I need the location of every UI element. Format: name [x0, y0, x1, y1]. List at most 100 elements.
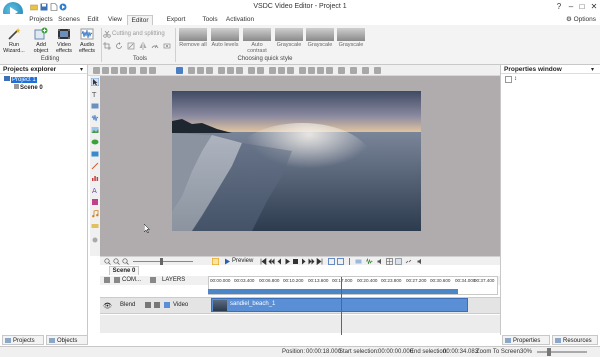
volume-icon[interactable]: [377, 258, 384, 265]
tab-scene-0[interactable]: Scene 0: [109, 266, 139, 275]
pointer-icon[interactable]: [91, 78, 99, 86]
run-wizard-button[interactable]: Run Wizard...: [3, 27, 25, 54]
zoom-slider[interactable]: [537, 351, 587, 353]
animation-tool-icon[interactable]: A: [91, 186, 99, 194]
snap-icon[interactable]: [374, 67, 381, 74]
rotate-icon[interactable]: [115, 42, 123, 50]
go-start-icon[interactable]: [260, 258, 267, 265]
tab-edit[interactable]: Edit: [85, 15, 101, 25]
video-tool-icon[interactable]: [91, 102, 99, 110]
tab-scenes[interactable]: Scenes: [58, 15, 80, 25]
zoom-in-icon[interactable]: [104, 258, 111, 265]
video-effects-button[interactable]: Video effects: [53, 27, 75, 54]
sound-icon[interactable]: [417, 258, 424, 265]
zoom-fit-icon[interactable]: [122, 258, 129, 265]
visibility-eye-icon[interactable]: 👁: [103, 302, 112, 310]
scissors-icon[interactable]: [103, 30, 111, 38]
timeline-zoom-slider[interactable]: [133, 261, 193, 262]
sort-az-icon[interactable]: ↕: [514, 76, 517, 82]
preview-button[interactable]: Preview: [232, 257, 253, 266]
align-left-icon[interactable]: [188, 67, 195, 74]
track-lock-icon[interactable]: [154, 302, 160, 308]
tab-projects[interactable]: Projects: [28, 15, 54, 25]
ellipse-tool-icon[interactable]: [91, 138, 99, 146]
next-frame-icon[interactable]: [300, 258, 307, 265]
send-back-icon[interactable]: [308, 67, 315, 74]
tab-activation[interactable]: Activation: [225, 15, 255, 25]
distribute-v-icon[interactable]: [257, 67, 264, 74]
more-tools-icon[interactable]: [91, 236, 99, 244]
shape-icon[interactable]: [350, 67, 357, 74]
lock-icon[interactable]: [338, 67, 345, 74]
options-button[interactable]: ⚙ Options: [566, 15, 596, 25]
copy-icon[interactable]: [111, 67, 118, 74]
quick-style-remove-all[interactable]: Remove all: [178, 28, 208, 52]
rectangle-tool-icon[interactable]: [91, 150, 99, 158]
music-tool-icon[interactable]: [91, 210, 99, 218]
same-width-icon[interactable]: [269, 67, 276, 74]
tab-view[interactable]: View: [106, 15, 124, 25]
ungroup-icon[interactable]: [326, 67, 333, 74]
track-audio-icon[interactable]: [145, 302, 151, 308]
align-center-icon[interactable]: [197, 67, 204, 74]
timeline-empty-area[interactable]: [100, 315, 500, 333]
play-icon[interactable]: [284, 258, 291, 265]
tab-resources-window[interactable]: Resources wi...: [552, 335, 598, 354]
trim-icon[interactable]: [355, 258, 362, 265]
cursor-tool-icon[interactable]: [93, 67, 100, 74]
quick-style-grayscale-3[interactable]: Grayscale: [336, 28, 366, 52]
layout-icon[interactable]: [395, 258, 402, 265]
paste-icon[interactable]: [120, 67, 127, 74]
maximize-button[interactable]: □: [577, 2, 587, 12]
stop-icon[interactable]: [292, 258, 299, 265]
video-clip[interactable]: sandiel_beach_1: [211, 298, 468, 312]
sprite-tool-icon[interactable]: [91, 198, 99, 206]
bring-front-icon[interactable]: [299, 67, 306, 74]
blend-label[interactable]: Blend: [120, 302, 135, 308]
undo-icon[interactable]: [140, 67, 147, 74]
add-object-button[interactable]: Add object: [30, 27, 52, 54]
timeline-settings-icon[interactable]: [104, 277, 110, 283]
minimize-button[interactable]: –: [566, 2, 576, 12]
help-icon[interactable]: ?: [554, 2, 564, 12]
tab-properties-window[interactable]: Properties wi...: [502, 335, 550, 354]
close-button[interactable]: ✕: [589, 2, 599, 12]
distribute-h-icon[interactable]: [248, 67, 255, 74]
flip-icon[interactable]: [139, 42, 147, 50]
audio-tool-icon[interactable]: [91, 114, 99, 122]
fast-forward-icon[interactable]: [308, 258, 315, 265]
layers-toggle-icon[interactable]: [150, 277, 156, 283]
same-size-icon[interactable]: [287, 67, 294, 74]
cutting-splitting[interactable]: Cutting and splitting: [112, 31, 165, 37]
marker-end-icon[interactable]: [337, 258, 344, 265]
redo-icon[interactable]: [149, 67, 156, 74]
align-bottom-icon[interactable]: [236, 67, 243, 74]
categorized-icon[interactable]: [505, 76, 512, 83]
subtitle-tool-icon[interactable]: [91, 222, 99, 230]
crop-icon[interactable]: [103, 42, 111, 50]
grid-icon[interactable]: [362, 67, 369, 74]
align-right-icon[interactable]: [206, 67, 213, 74]
split-icon[interactable]: [346, 258, 353, 265]
group-icon[interactable]: [317, 67, 324, 74]
quick-style-auto-levels[interactable]: Auto levels: [210, 28, 240, 52]
audio-effects-button[interactable]: Audio effects: [76, 27, 98, 54]
cut-icon[interactable]: [102, 67, 109, 74]
tab-objects-explorer[interactable]: Objects ex...: [46, 335, 88, 354]
image-tool-icon[interactable]: [91, 126, 99, 134]
quick-style-auto-contrast[interactable]: Auto contrast: [242, 28, 272, 54]
preview-canvas[interactable]: [100, 76, 500, 256]
panel-pin-icon[interactable]: ▾: [591, 66, 594, 73]
quick-style-grayscale-2[interactable]: Grayscale: [305, 28, 335, 52]
tab-editor[interactable]: Editor: [127, 15, 153, 25]
align-top-icon[interactable]: [218, 67, 225, 74]
panel-pin-icon[interactable]: ▾: [80, 66, 83, 73]
text-tool-icon[interactable]: T: [91, 90, 99, 98]
speed-icon[interactable]: [151, 42, 159, 50]
same-height-icon[interactable]: [278, 67, 285, 74]
scene-node[interactable]: Scene 0: [14, 84, 43, 92]
zoom-out-icon[interactable]: [113, 258, 120, 265]
stabilize-icon[interactable]: [163, 42, 171, 50]
timeline-zoom-knob[interactable]: [160, 258, 163, 265]
tab-export-project[interactable]: Export project: [157, 15, 195, 33]
